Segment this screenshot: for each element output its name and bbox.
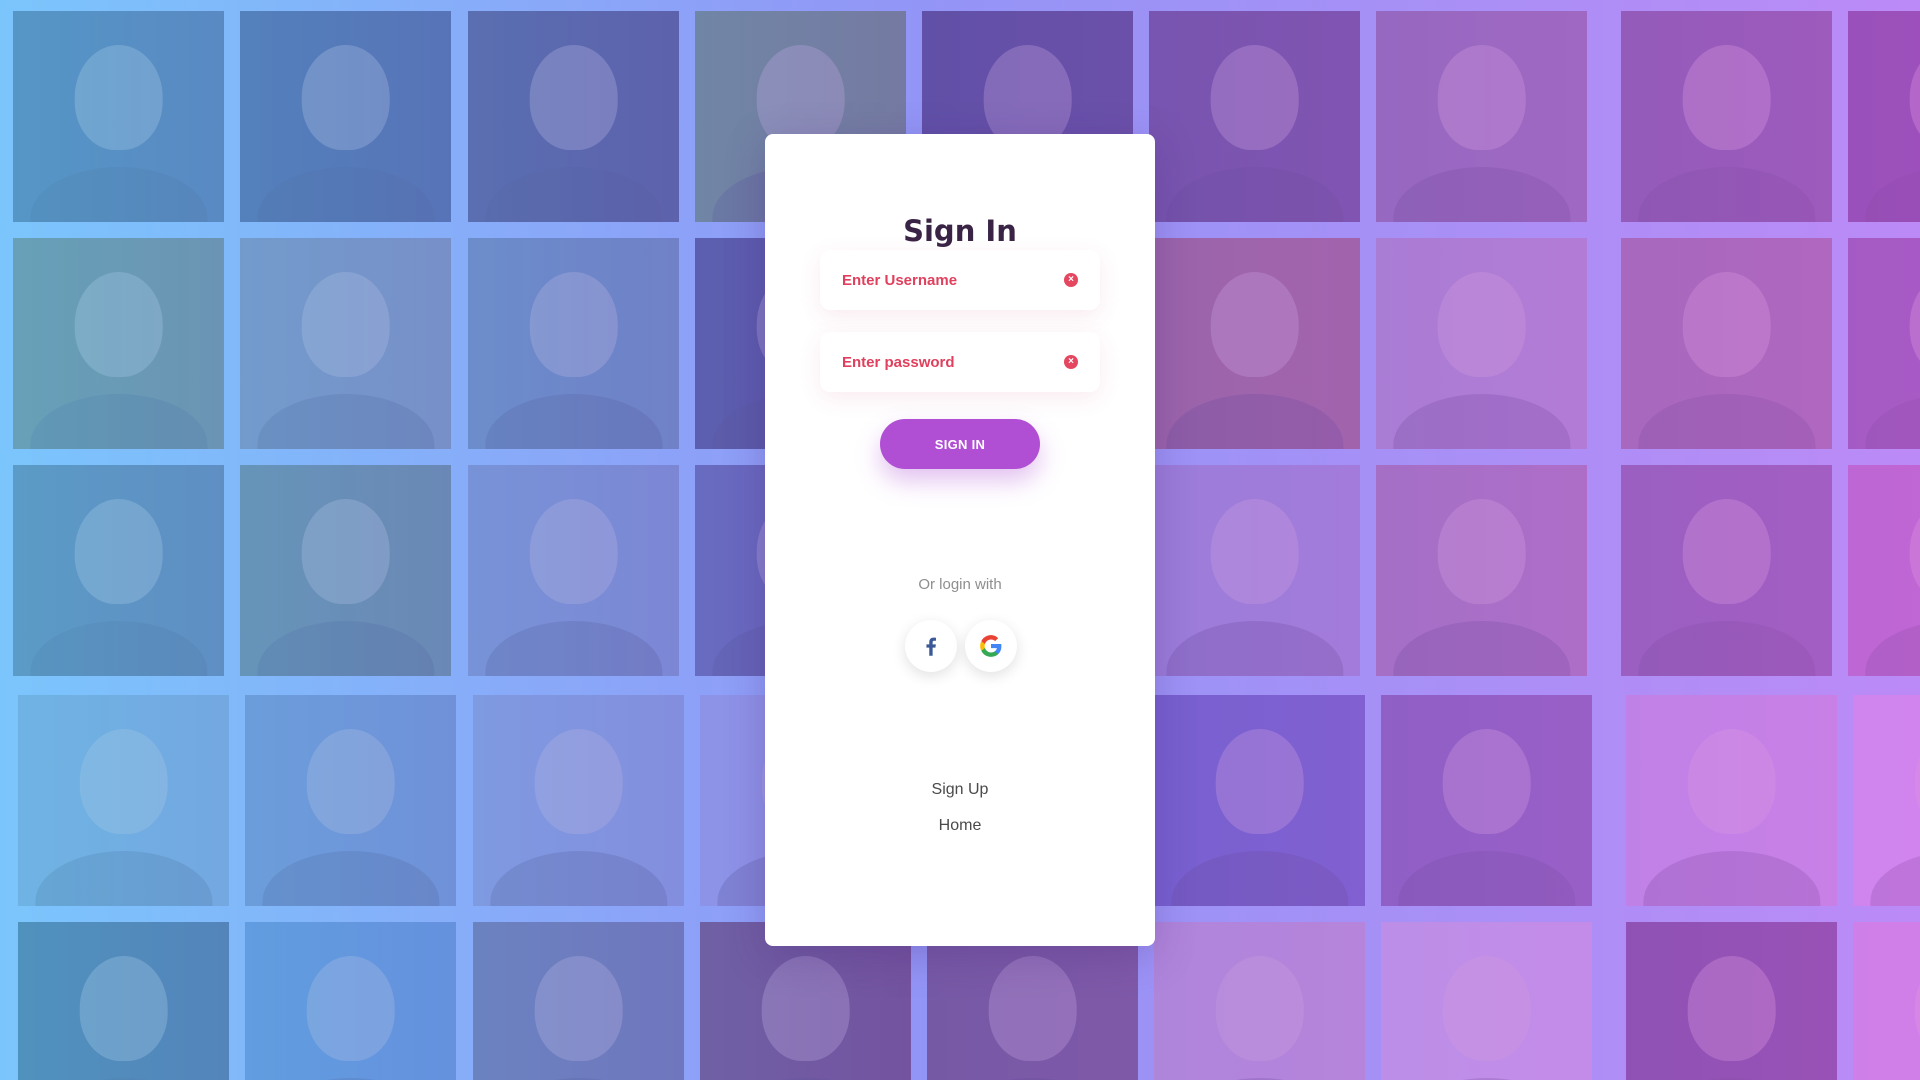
background-portrait: [240, 11, 451, 222]
clear-password-icon[interactable]: ×: [1064, 355, 1078, 369]
signin-card: Sign In × × SIGN IN Or login with Sign U…: [765, 134, 1155, 946]
home-link[interactable]: Home: [765, 817, 1155, 835]
background-portrait: [1621, 11, 1832, 222]
background-portrait: [1376, 11, 1587, 222]
background-portrait: [1848, 465, 1920, 676]
background-portrait: [240, 465, 451, 676]
background-portrait: [468, 465, 679, 676]
background-portrait: [473, 695, 684, 906]
signup-link[interactable]: Sign Up: [765, 781, 1155, 799]
background-portrait: [13, 465, 224, 676]
background-portrait: [1853, 922, 1920, 1080]
background-portrait: [1848, 238, 1920, 449]
background-portrait: [468, 11, 679, 222]
clear-username-icon[interactable]: ×: [1064, 273, 1078, 287]
facebook-icon: [926, 637, 936, 656]
background-portrait: [245, 695, 456, 906]
background-portrait: [18, 922, 229, 1080]
google-login-button[interactable]: [965, 620, 1017, 672]
background-portrait: [240, 238, 451, 449]
background-portrait: [1853, 695, 1920, 906]
background-portrait: [473, 922, 684, 1080]
username-field: ×: [820, 250, 1100, 310]
facebook-login-button[interactable]: [905, 620, 957, 672]
signin-button[interactable]: SIGN IN: [880, 419, 1040, 469]
background-portrait: [245, 922, 456, 1080]
background-portrait: [1149, 11, 1360, 222]
background-portrait: [1626, 922, 1837, 1080]
username-input[interactable]: [820, 250, 1100, 310]
background-portrait: [13, 238, 224, 449]
background-portrait: [1621, 238, 1832, 449]
password-input[interactable]: [820, 332, 1100, 392]
background-portrait: [1381, 922, 1592, 1080]
background-portrait: [1154, 922, 1365, 1080]
background-portrait: [1848, 11, 1920, 222]
background-portrait: [18, 695, 229, 906]
background-portrait: [1381, 695, 1592, 906]
background-portrait: [1149, 465, 1360, 676]
password-field: ×: [820, 332, 1100, 392]
background-portrait: [1154, 695, 1365, 906]
signin-title: Sign In: [903, 214, 1017, 248]
background-portrait: [1376, 465, 1587, 676]
background-portrait: [1149, 238, 1360, 449]
google-icon: [980, 635, 1002, 657]
background-portrait: [1376, 238, 1587, 449]
background-portrait: [1626, 695, 1837, 906]
background-portrait: [468, 238, 679, 449]
background-portrait: [1621, 465, 1832, 676]
background-portrait: [13, 11, 224, 222]
or-login-with-text: Or login with: [918, 576, 1002, 593]
